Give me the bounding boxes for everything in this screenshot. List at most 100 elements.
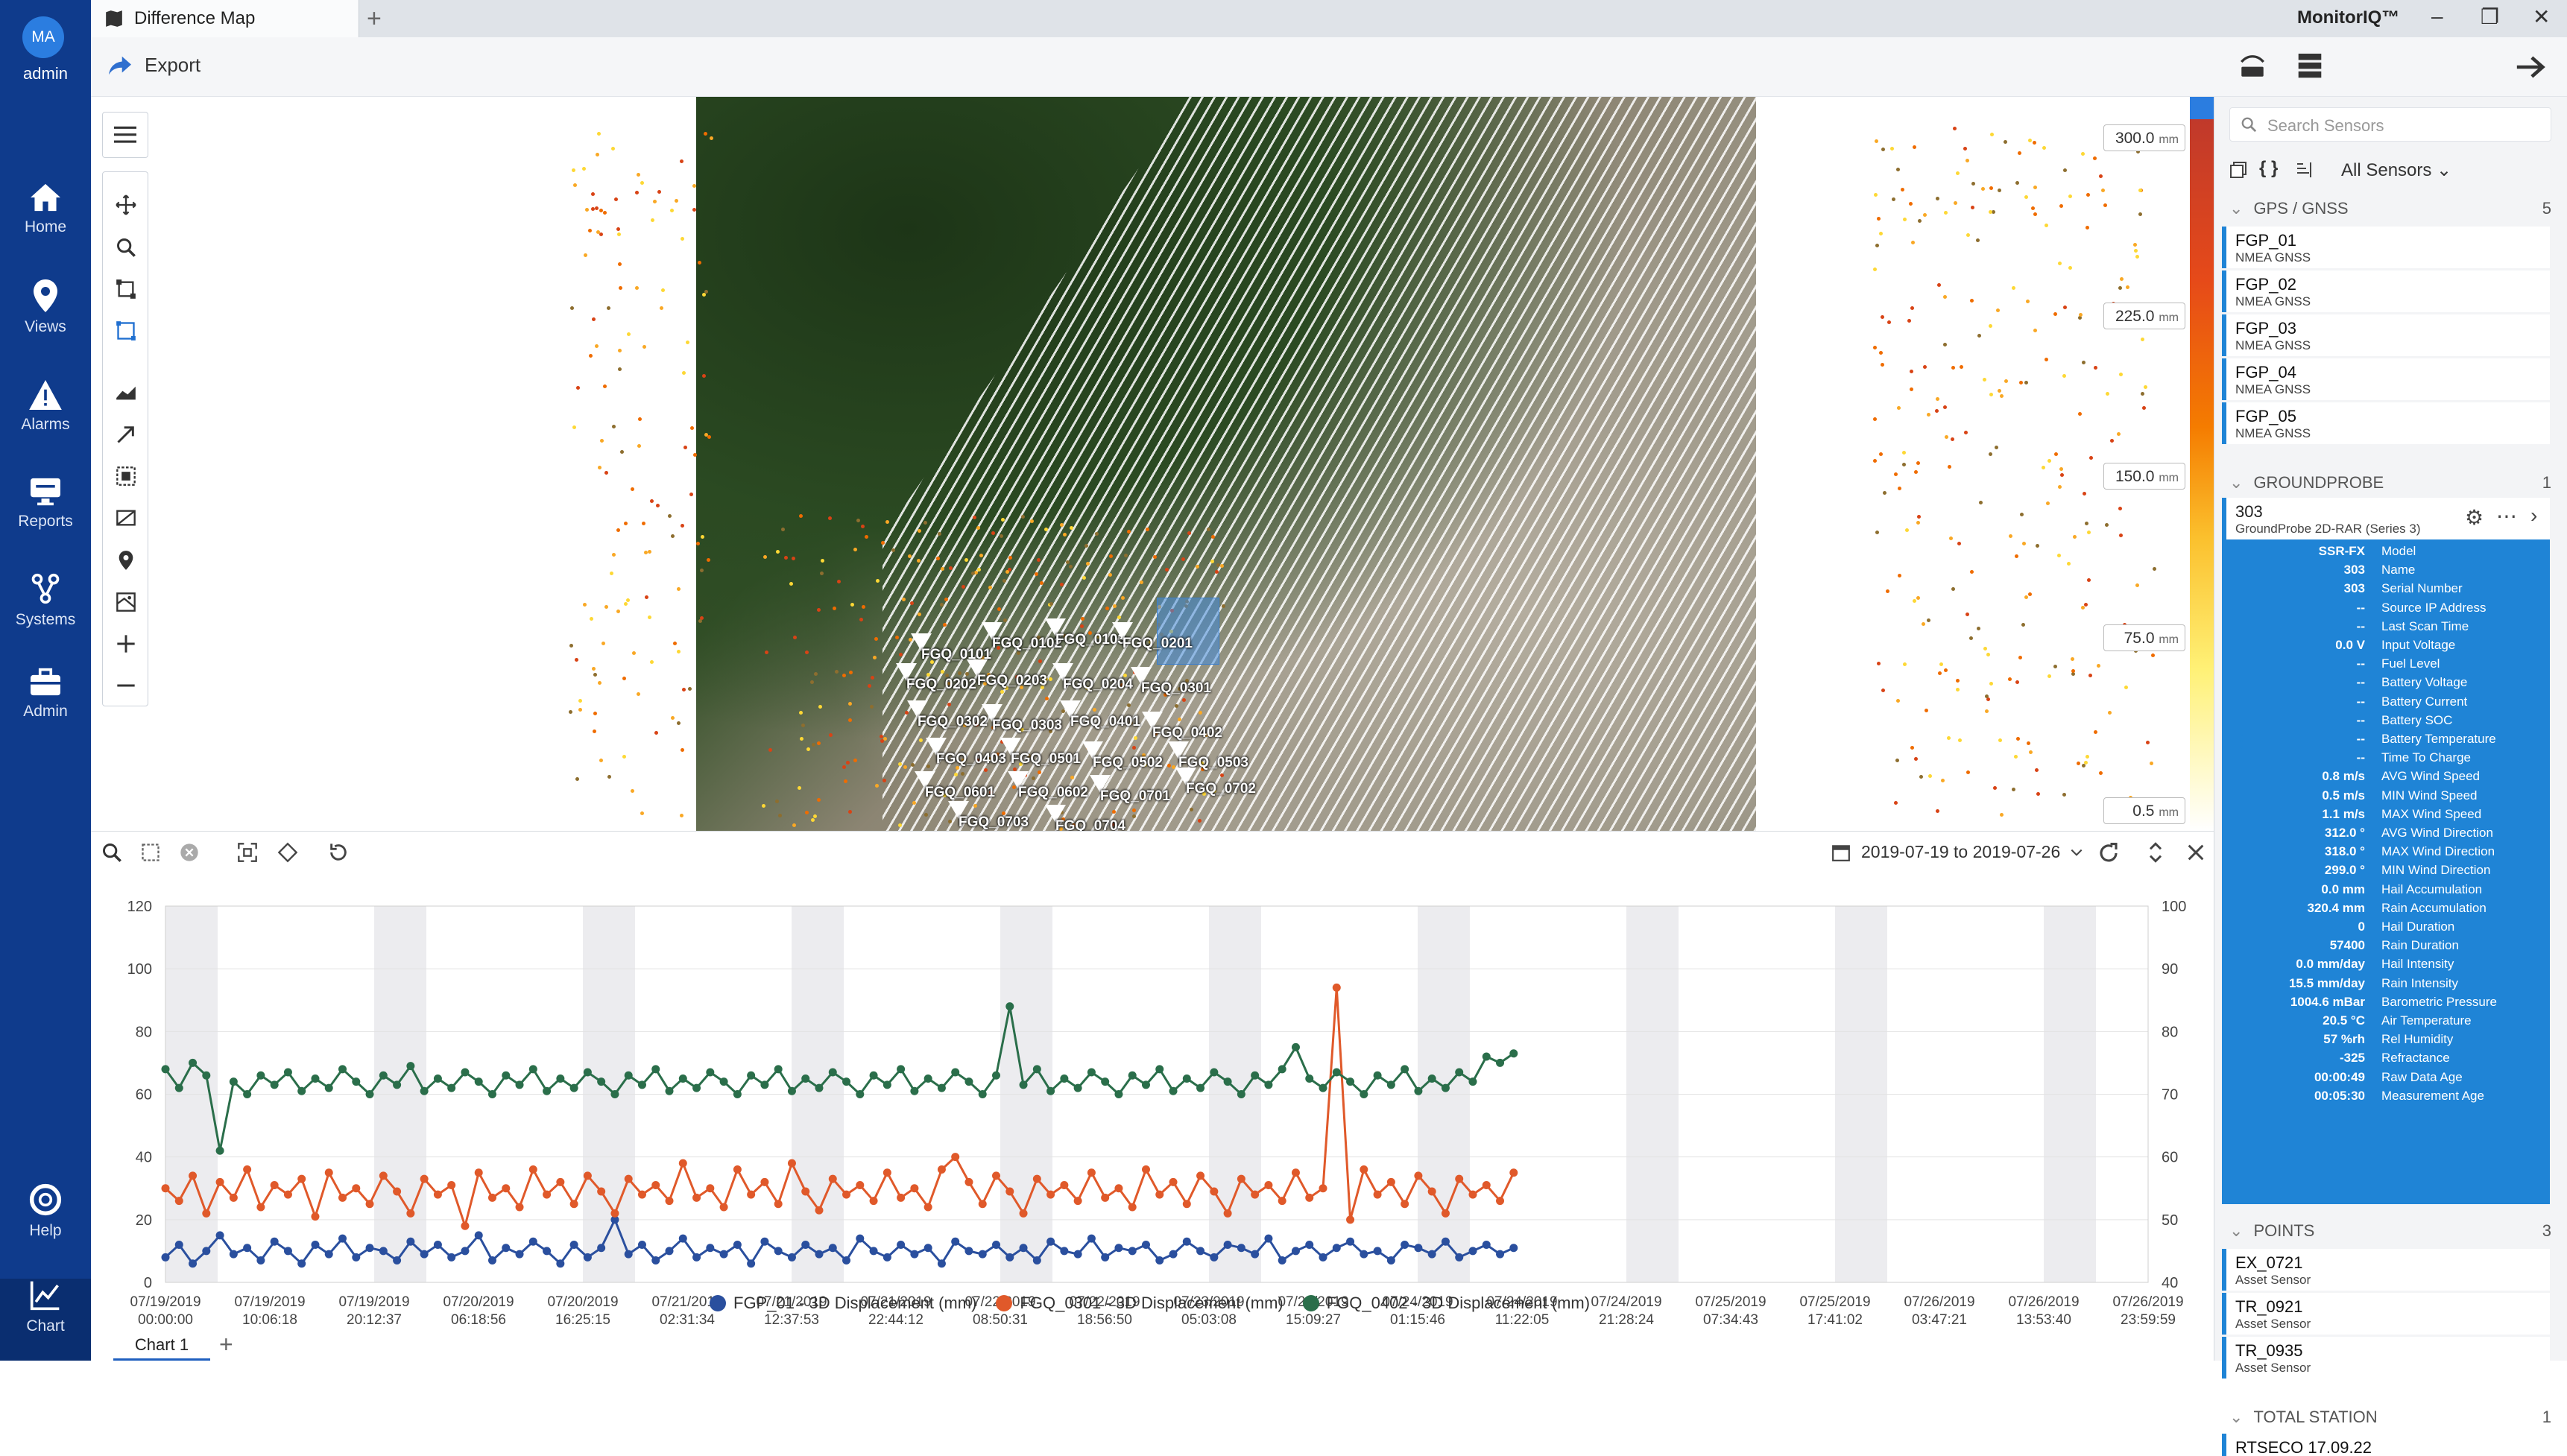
chart-tab-1[interactable]: Chart 1 [113, 1331, 210, 1361]
chart-zoom-icon[interactable] [101, 842, 122, 863]
chart-box-select-icon[interactable] [140, 842, 161, 863]
export-button[interactable]: Export [107, 54, 201, 77]
area-select-icon[interactable] [116, 466, 136, 487]
displacement-point [2085, 754, 2089, 759]
data-point [1360, 1165, 1368, 1174]
detail-row: 0.5 m/s MIN Wind Speed [2222, 788, 2550, 807]
search-input[interactable]: Search Sensors [2229, 107, 2551, 142]
server-list-icon[interactable] [2297, 52, 2323, 84]
displacement-point [837, 579, 842, 583]
detail-label: Last Scan Time [2381, 618, 2469, 633]
surface-icon[interactable] [116, 382, 136, 403]
pan-icon[interactable] [116, 194, 136, 215]
nav-systems[interactable]: Systems [0, 572, 91, 654]
displacement-point [2020, 512, 2024, 516]
data-point [1128, 1071, 1137, 1080]
displacement-point [649, 660, 654, 665]
sensor-item[interactable]: TR_0935 Asset Sensor [2222, 1337, 2550, 1379]
collapse-panel-arrow-icon[interactable] [2513, 52, 2548, 86]
displacement-point [2135, 583, 2139, 587]
zoom-extent-icon[interactable] [116, 279, 136, 300]
displacement-chart[interactable]: 0 20 40 60 80 100 120 40 50 60 70 80 90 100 07/19/2019… [91, 884, 2214, 1331]
section-total-station[interactable]: ⌄ TOTAL STATION 1 [2229, 1402, 2551, 1432]
displacement-point [2142, 406, 2147, 411]
chevron-right-icon[interactable]: › [2530, 504, 2537, 528]
sensor-filter-dropdown[interactable]: All Sensors ⌄ [2341, 159, 2451, 181]
scan-layer-icon[interactable] [116, 507, 136, 528]
chart-fit-icon[interactable] [237, 842, 258, 863]
displacement-point [574, 658, 578, 662]
sensor-item[interactable]: FGP_04 NMEA GNSS [2222, 358, 2550, 400]
gear-icon[interactable]: ⚙ [2465, 505, 2484, 530]
data-point [1032, 1174, 1041, 1183]
nav-chart[interactable]: Chart [0, 1279, 91, 1361]
nav-reports[interactable]: Reports [0, 477, 91, 559]
avatar[interactable]: MA [22, 16, 64, 58]
layers-icon[interactable] [116, 592, 136, 613]
zoom-icon[interactable] [116, 237, 136, 258]
displacement-point [1880, 362, 1884, 367]
detail-value: 0.0 mm/day [2296, 957, 2365, 972]
data-point [760, 1237, 769, 1246]
displacement-point [1983, 647, 1987, 651]
nav-help[interactable]: Help [0, 1183, 91, 1265]
more-icon[interactable]: ⋯ [2496, 504, 2517, 528]
map-menu-button[interactable] [102, 112, 148, 158]
data-point [447, 1083, 456, 1092]
nav-admin[interactable]: Admin [0, 667, 91, 749]
zoom-out-icon[interactable] [116, 675, 136, 696]
data-point [461, 1221, 470, 1230]
chart-shape-icon[interactable] [277, 842, 298, 863]
chart-reset-icon[interactable] [328, 842, 349, 863]
expand-vertical-icon[interactable] [2145, 842, 2166, 863]
legend-item[interactable]: FGP_01 - 3D Displacement (mm) [710, 1294, 976, 1313]
nav-views[interactable]: Views [0, 279, 91, 361]
section-groundprobe[interactable]: ⌄ GROUNDPROBE 1 [2229, 468, 2551, 498]
displacement-point [583, 253, 587, 257]
legend-item[interactable]: FGQ_0402 - 3D Displacement (mm) [1302, 1294, 1590, 1313]
sensor-item[interactable]: FGP_02 NMEA GNSS [2222, 270, 2550, 312]
minimize-button[interactable]: – [2431, 4, 2443, 28]
sensor-item[interactable]: FGP_05 NMEA GNSS [2222, 402, 2550, 444]
panel-drag-handle[interactable]: ⋮⋮ [2214, 730, 2250, 752]
select-region-icon[interactable] [116, 320, 136, 341]
vector-arrow-icon[interactable] [116, 424, 136, 445]
legend-item[interactable]: FGQ_0301 - 3D Displacement (mm) [996, 1294, 1284, 1313]
place-marker-icon[interactable] [116, 550, 136, 571]
nav-home[interactable]: Home [0, 183, 91, 265]
sort-icon[interactable] [2295, 161, 2314, 179]
chart-clear-icon[interactable] [179, 842, 200, 863]
data-point [1196, 1247, 1205, 1256]
zoom-in-icon[interactable] [116, 633, 136, 654]
scale-value: 225.0 [2115, 308, 2155, 325]
displacement-point [604, 605, 609, 610]
data-point [1073, 1083, 1082, 1092]
date-range-picker[interactable]: 2019-07-19 to 2019-07-26 [1831, 842, 2084, 862]
sensor-item[interactable]: TR_0921 Asset Sensor [2222, 1293, 2550, 1335]
sensor-item[interactable]: RTSECO 17.09.22 [2222, 1434, 2550, 1456]
sensor-item[interactable]: EX_0721 Asset Sensor [2222, 1249, 2550, 1291]
displacement-point [816, 607, 821, 612]
displacement-point [1044, 696, 1049, 700]
connection-icon[interactable] [2238, 52, 2267, 83]
add-tab-button[interactable]: + [367, 4, 382, 34]
section-points[interactable]: ⌄ POINTS 3 [2229, 1216, 2551, 1246]
selection-box[interactable] [1157, 598, 1219, 665]
sensor-item[interactable]: FGP_01 NMEA GNSS [2222, 227, 2550, 268]
nav-alarms[interactable]: Alarms [0, 380, 91, 462]
sensor-item[interactable]: FGP_03 NMEA GNSS [2222, 314, 2550, 356]
close-chart-icon[interactable] [2185, 842, 2206, 863]
braces-icon[interactable]: { } [2259, 158, 2278, 179]
data-point [651, 1181, 660, 1190]
restore-button[interactable]: ❐ [2481, 4, 2499, 29]
data-point [1360, 1250, 1368, 1259]
sensor-item-selected[interactable]: 303 GroundProbe 2D-RAR (Series 3) ⚙ ⋯ › [2222, 498, 2550, 539]
add-chart-button[interactable]: + [219, 1331, 233, 1358]
tab-difference-map[interactable]: Difference Map [91, 0, 359, 37]
data-point [597, 1187, 606, 1196]
copy-icon[interactable] [2229, 161, 2247, 179]
refresh-icon[interactable] [2097, 842, 2120, 864]
section-gps[interactable]: ⌄ GPS / GNSS 5 [2229, 194, 2551, 224]
difference-map[interactable]: FGQ_0101 FGQ_0102 FGQ_0103 FGQ_0201 FGQ_0202… [91, 97, 2214, 831]
close-window-button[interactable]: ✕ [2533, 4, 2550, 29]
